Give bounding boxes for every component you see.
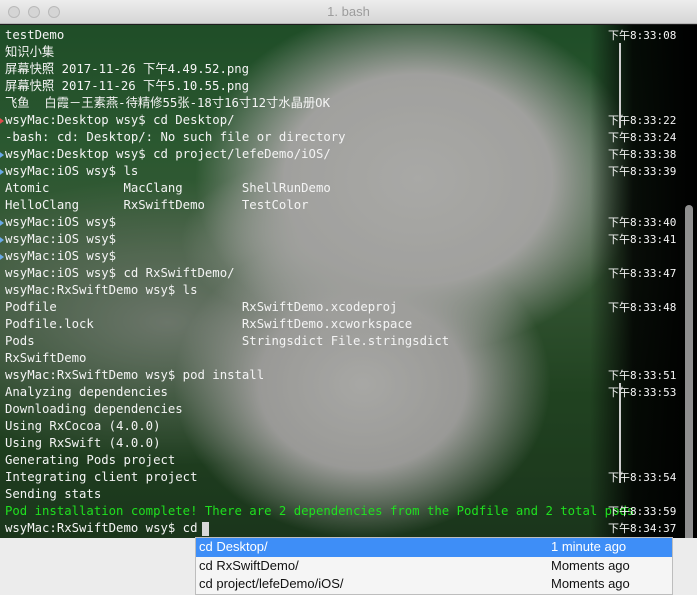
line-text: 飞鱼 白霞－王素燕-待精修55张-18寸16寸12寸水晶册OK (5, 96, 330, 110)
line-text: Integrating client project (5, 470, 198, 484)
line-timestamp: 下午8:33:41 (608, 233, 677, 246)
line-text: Using RxSwift (4.0.0) (5, 436, 161, 450)
terminal-line: testDemo 下午8:33:08 (0, 27, 697, 44)
terminal-line: wsyMac:Desktop wsy$ cd project/lefeDemo/… (0, 146, 697, 163)
line-text: Downloading dependencies (5, 402, 183, 416)
terminal-line: wsyMac:iOS wsy$ ls 下午8:33:39 (0, 163, 697, 180)
terminal-line: Analyzing dependencies 下午8:33:53 (0, 384, 697, 401)
text-cursor (202, 522, 209, 536)
terminal-line: 屏幕快照 2017-11-26 下午4.49.52.png (0, 61, 697, 78)
timestamp-bracket (619, 43, 621, 128)
line-text: wsyMac:iOS wsy$ cd RxSwiftDemo/ (5, 266, 235, 280)
line-text: wsyMac:iOS wsy$ ls (5, 164, 139, 178)
line-text: wsyMac:iOS wsy$ (5, 215, 117, 229)
prompt-mark-icon[interactable] (0, 252, 4, 262)
terminal-line: Atomic MacClang ShellRunDemo (0, 180, 697, 197)
prompt-mark-icon[interactable] (0, 218, 4, 228)
terminal-line: 飞鱼 白霞－王素燕-待精修55张-18寸16寸12寸水晶册OK (0, 95, 697, 112)
history-time: Moments ago (551, 557, 630, 573)
title-bar[interactable]: 1. bash (0, 0, 697, 24)
line-text: Analyzing dependencies (5, 385, 168, 399)
terminal-content[interactable]: testDemo 下午8:33:08 知识小集屏幕快照 2017-11-26 下午4… (0, 25, 697, 538)
line-text: 屏幕快照 2017-11-26 下午4.49.52.png (5, 62, 250, 76)
terminal-line: HelloClang RxSwiftDemo TestColor (0, 197, 697, 214)
terminal-line: 知识小集 (0, 44, 697, 61)
terminal-line: Using RxCocoa (4.0.0) (0, 418, 697, 435)
line-text: Podfile RxSwiftDemo.xcodeproj (5, 300, 398, 314)
line-timestamp: 下午8:33:08 (608, 29, 677, 42)
prompt-mark-icon[interactable] (0, 167, 4, 177)
terminal-line: wsyMac:RxSwiftDemo wsy$ pod install 下午8:3… (0, 367, 697, 384)
terminal-line: 屏幕快照 2017-11-26 下午5.10.55.png (0, 78, 697, 95)
line-text: Pod installation complete! There are 2 d… (5, 504, 635, 518)
line-timestamp: 下午8:33:40 (608, 216, 677, 229)
history-command: cd project/lefeDemo/iOS/ (199, 576, 344, 591)
history-item[interactable]: cd project/lefeDemo/iOS/Moments ago (196, 575, 672, 594)
line-timestamp: 下午8:33:48 (608, 301, 677, 314)
line-text: wsyMac:iOS wsy$ (5, 232, 117, 246)
line-timestamp: 下午8:33:39 (608, 165, 677, 178)
terminal-line: Pods Stringsdict File.stringsdict (0, 333, 697, 350)
history-command: cd RxSwiftDemo/ (199, 557, 299, 573)
line-timestamp: 下午8:33:24 (608, 131, 677, 144)
terminal-line: Downloading dependencies (0, 401, 697, 418)
terminal-line: wsyMac:iOS wsy$ 下午8:33:40 (0, 214, 697, 231)
line-text: wsyMac:Desktop wsy$ cd project/lefeDemo/… (5, 147, 331, 161)
line-timestamp: 下午8:34:37 (608, 522, 677, 535)
terminal-line: -bash: cd: Desktop/: No such file or dir… (0, 129, 697, 146)
scrollbar-thumb[interactable] (685, 205, 693, 538)
line-text: testDemo (5, 28, 65, 42)
history-time: 1 minute ago (551, 539, 627, 554)
line-text: Using RxCocoa (4.0.0) (5, 419, 161, 433)
line-timestamp: 下午8:33:38 (608, 148, 677, 161)
prompt-mark-icon[interactable] (0, 235, 4, 245)
line-text: Podfile.lock RxSwiftDemo.xcworkspace (5, 317, 413, 331)
line-timestamp: 下午8:33:51 (608, 369, 677, 382)
line-text: 屏幕快照 2017-11-26 下午5.10.55.png (5, 79, 250, 93)
window-title: 1. bash (327, 4, 370, 19)
line-text: Pods Stringsdict File.stringsdict (5, 334, 450, 348)
terminal-line: wsyMac:RxSwiftDemo wsy$ cd 下午8:34:37 (0, 520, 697, 537)
line-text: wsyMac:RxSwiftDemo wsy$ cd (5, 521, 198, 535)
terminal-line: wsyMac:iOS wsy$ (0, 248, 697, 265)
terminal-output: testDemo 下午8:33:08 知识小集屏幕快照 2017-11-26 下午4… (0, 27, 697, 537)
error-mark-icon[interactable] (0, 116, 4, 126)
line-text: -bash: cd: Desktop/: No such file or dir… (5, 130, 346, 144)
timestamp-bracket (619, 383, 621, 483)
line-text: wsyMac:RxSwiftDemo wsy$ pod install (5, 368, 265, 382)
line-text: Generating Pods project (5, 453, 176, 467)
command-history-popup: cd Desktop/1 minute ago cd RxSwiftDemo/Mo… (195, 537, 673, 595)
terminal-line: Using RxSwift (4.0.0) (0, 435, 697, 452)
line-timestamp: 下午8:33:59 (608, 505, 677, 518)
terminal-line: wsyMac:iOS wsy$ 下午8:33:41 (0, 231, 697, 248)
history-time: Moments ago (551, 576, 630, 591)
terminal-line: wsyMac:iOS wsy$ cd RxSwiftDemo/下午8:33:47 (0, 265, 697, 282)
terminal-line: Podfile.lock RxSwiftDemo.xcworkspace (0, 316, 697, 333)
prompt-mark-icon[interactable] (0, 150, 4, 160)
terminal-line: Integrating client project 下午8:33:54 (0, 469, 697, 486)
terminal-line: wsyMac:Desktop wsy$ cd Desktop/下午8:33:22 (0, 112, 697, 129)
line-text: HelloClang RxSwiftDemo TestColor (5, 198, 309, 212)
terminal-line: wsyMac:RxSwiftDemo wsy$ ls (0, 282, 697, 299)
terminal-line: Generating Pods project (0, 452, 697, 469)
terminal-line: Podfile RxSwiftDemo.xcodeproj 下午8:33:48 (0, 299, 697, 316)
terminal-line: Pod installation complete! There are 2 d… (0, 503, 697, 520)
history-item[interactable]: cd RxSwiftDemo/Moments ago (196, 557, 672, 576)
terminal-window: 1. bash testDemo 下午8:33:08 知识小集屏幕快照 2017-1… (0, 0, 697, 538)
line-text: Sending stats (5, 487, 102, 501)
history-command: cd Desktop/ (199, 539, 268, 554)
line-text: 知识小集 (5, 45, 55, 59)
line-text: wsyMac:iOS wsy$ (5, 249, 117, 263)
line-text: Atomic MacClang ShellRunDemo (5, 181, 331, 195)
line-text: wsyMac:Desktop wsy$ cd Desktop/ (5, 113, 235, 127)
history-item[interactable]: cd Desktop/1 minute ago (196, 538, 672, 557)
line-text: wsyMac:RxSwiftDemo wsy$ ls (5, 283, 198, 297)
line-text: RxSwiftDemo (5, 351, 87, 365)
terminal-line: RxSwiftDemo (0, 350, 697, 367)
line-timestamp: 下午8:33:47 (608, 267, 677, 280)
terminal-line: Sending stats (0, 486, 697, 503)
